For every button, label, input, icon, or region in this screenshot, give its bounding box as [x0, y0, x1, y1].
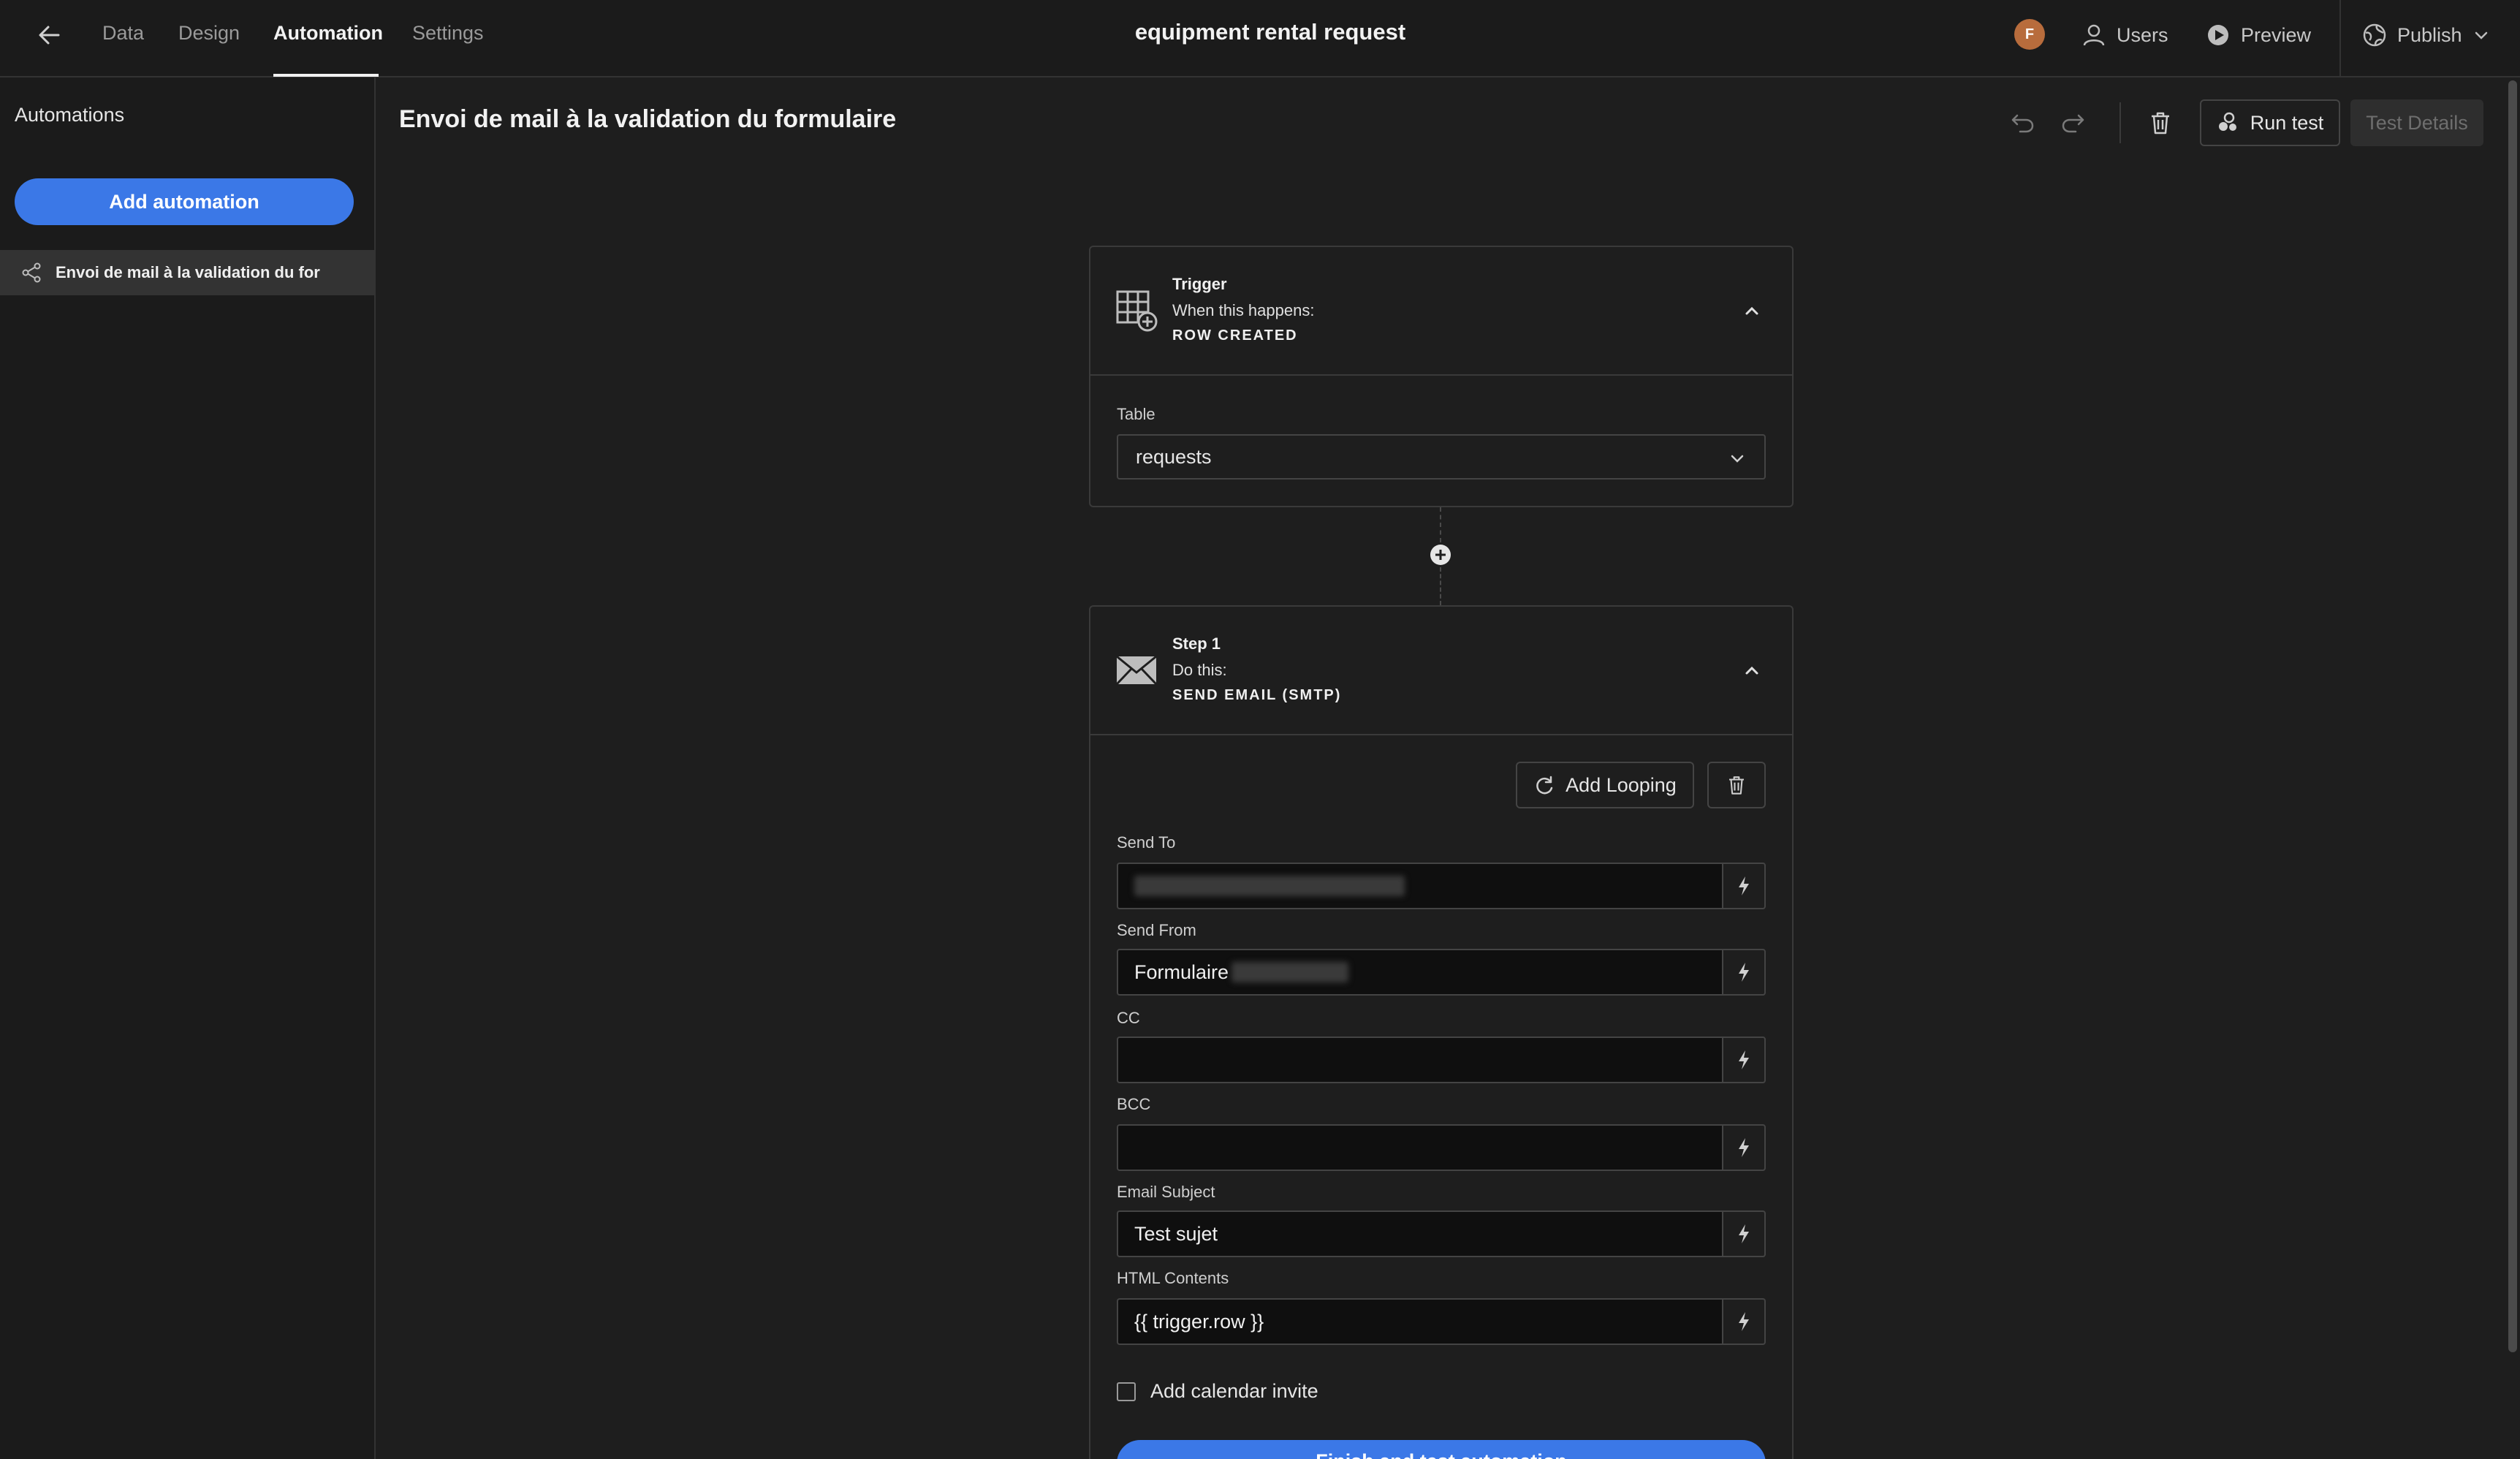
- step1-card-header[interactable]: Step 1 Do this: SEND EMAIL (SMTP): [1090, 607, 1792, 735]
- html-contents-field: {{ trigger.row }}: [1117, 1298, 1766, 1345]
- run-test-label: Run test: [2250, 111, 2324, 134]
- avatar[interactable]: F: [2014, 19, 2045, 50]
- binding-bolt-icon[interactable]: [1722, 1298, 1766, 1345]
- scrollbar-thumb[interactable]: [2508, 80, 2517, 1352]
- binding-bolt-icon[interactable]: [1722, 949, 1766, 996]
- preview-button[interactable]: Preview: [2206, 20, 2311, 50]
- flask-icon: [2218, 112, 2236, 131]
- step-kind: Step 1: [1172, 634, 1221, 653]
- email-subject-field: Test sujet: [1117, 1210, 1766, 1257]
- redacted-text: [1231, 962, 1349, 982]
- users-label: Users: [2117, 23, 2168, 46]
- chevron-up-icon[interactable]: [1741, 300, 1763, 322]
- binding-bolt-icon[interactable]: [1722, 1124, 1766, 1171]
- app-title: equipment rental request: [1134, 19, 1406, 45]
- undo-icon[interactable]: [2007, 107, 2039, 139]
- sidebar-title: Automations: [15, 104, 125, 126]
- html-contents-input[interactable]: {{ trigger.row }}: [1117, 1298, 1722, 1345]
- trigger-event: ROW CREATED: [1172, 327, 1298, 344]
- back-arrow-icon[interactable]: [34, 19, 66, 51]
- chevron-down-icon: [1731, 455, 1744, 463]
- redo-icon[interactable]: [2057, 107, 2089, 139]
- globe-icon: [2363, 23, 2386, 47]
- bcc-input[interactable]: [1117, 1124, 1722, 1171]
- table-select-value: requests: [1136, 445, 1212, 468]
- trigger-card-header[interactable]: Trigger When this happens: ROW CREATED: [1090, 247, 1792, 376]
- page-title: Envoi de mail à la validation du formula…: [399, 105, 897, 133]
- binding-bolt-icon[interactable]: [1722, 1210, 1766, 1257]
- connector-line: [1440, 567, 1441, 605]
- sidebar-item-label: Envoi de mail à la validation du for: [56, 263, 320, 281]
- step1-card: Step 1 Do this: SEND EMAIL (SMTP) Add Lo…: [1089, 605, 1794, 1459]
- add-looping-label: Add Looping: [1565, 773, 1677, 796]
- sidebar-item-automation[interactable]: Envoi de mail à la validation du for: [0, 250, 374, 295]
- loop-icon: [1536, 776, 1553, 795]
- header-divider: [2119, 102, 2121, 143]
- trash-icon: [1729, 776, 1744, 795]
- trigger-card: Trigger When this happens: ROW CREATED T…: [1089, 246, 1794, 507]
- send-from-input[interactable]: Formulaire: [1117, 949, 1722, 996]
- envelope-icon: [1115, 655, 1158, 686]
- send-from-value: Formulaire: [1134, 960, 1229, 983]
- bcc-label: BCC: [1117, 1095, 1151, 1113]
- table-select[interactable]: requests: [1117, 434, 1766, 480]
- tab-data[interactable]: Data: [102, 22, 144, 45]
- send-to-label: Send To: [1117, 833, 1176, 852]
- tab-automation[interactable]: Automation: [273, 22, 383, 45]
- send-from-label: Send From: [1117, 921, 1196, 939]
- users-button[interactable]: Users: [2081, 20, 2168, 50]
- binding-bolt-icon[interactable]: [1722, 1037, 1766, 1083]
- play-circle-icon: [2208, 25, 2228, 45]
- finish-and-test-button[interactable]: Finish and test automation: [1117, 1440, 1766, 1459]
- add-calendar-invite-toggle[interactable]: Add calendar invite: [1117, 1380, 1318, 1403]
- cc-label: CC: [1117, 1009, 1140, 1027]
- calendar-invite-label: Add calendar invite: [1150, 1380, 1318, 1402]
- user-icon: [2083, 24, 2105, 46]
- publish-button[interactable]: Publish: [2362, 20, 2490, 50]
- share-icon: [22, 262, 41, 283]
- step-do-this: Do this:: [1172, 661, 1227, 679]
- cc-input[interactable]: [1117, 1037, 1722, 1083]
- bcc-field: [1117, 1124, 1766, 1171]
- send-from-field: Formulaire: [1117, 949, 1766, 996]
- delete-step-button[interactable]: [1707, 762, 1766, 808]
- tab-settings[interactable]: Settings: [412, 22, 484, 45]
- send-to-field: [1117, 863, 1766, 909]
- chevron-down-icon: [2475, 31, 2487, 39]
- sidebar: Automations Add automation Envoi de mail…: [0, 77, 376, 1459]
- active-tab-indicator: [273, 74, 379, 77]
- binding-bolt-icon[interactable]: [1722, 863, 1766, 909]
- trigger-kind: Trigger: [1172, 275, 1227, 293]
- cc-field: [1117, 1037, 1766, 1083]
- preview-label: Preview: [2241, 23, 2312, 46]
- trigger-when: When this happens:: [1172, 301, 1315, 319]
- run-test-button[interactable]: Run test: [2200, 99, 2340, 146]
- step-action: SEND EMAIL (SMTP): [1172, 687, 1342, 703]
- top-bar: Data Design Automation Settings equipmen…: [0, 0, 2520, 77]
- trash-icon[interactable]: [2144, 107, 2176, 139]
- send-to-input[interactable]: [1117, 863, 1722, 909]
- email-subject-label: Email Subject: [1117, 1183, 1215, 1201]
- chevron-up-icon[interactable]: [1741, 659, 1763, 681]
- add-step-icon[interactable]: [1429, 543, 1452, 566]
- add-looping-button[interactable]: Add Looping: [1516, 762, 1694, 808]
- email-subject-input[interactable]: Test sujet: [1117, 1210, 1722, 1257]
- test-details-button[interactable]: Test Details: [2350, 99, 2483, 146]
- html-contents-label: HTML Contents: [1117, 1269, 1229, 1287]
- table-add-icon: [1116, 290, 1158, 332]
- tab-design[interactable]: Design: [178, 22, 240, 45]
- publish-label: Publish: [2397, 23, 2462, 46]
- redacted-text: [1134, 876, 1405, 896]
- table-label: Table: [1117, 405, 1155, 423]
- top-divider: [2339, 0, 2341, 77]
- connector-line: [1440, 507, 1441, 542]
- add-automation-button[interactable]: Add automation: [15, 178, 354, 225]
- calendar-invite-checkbox[interactable]: [1117, 1382, 1136, 1401]
